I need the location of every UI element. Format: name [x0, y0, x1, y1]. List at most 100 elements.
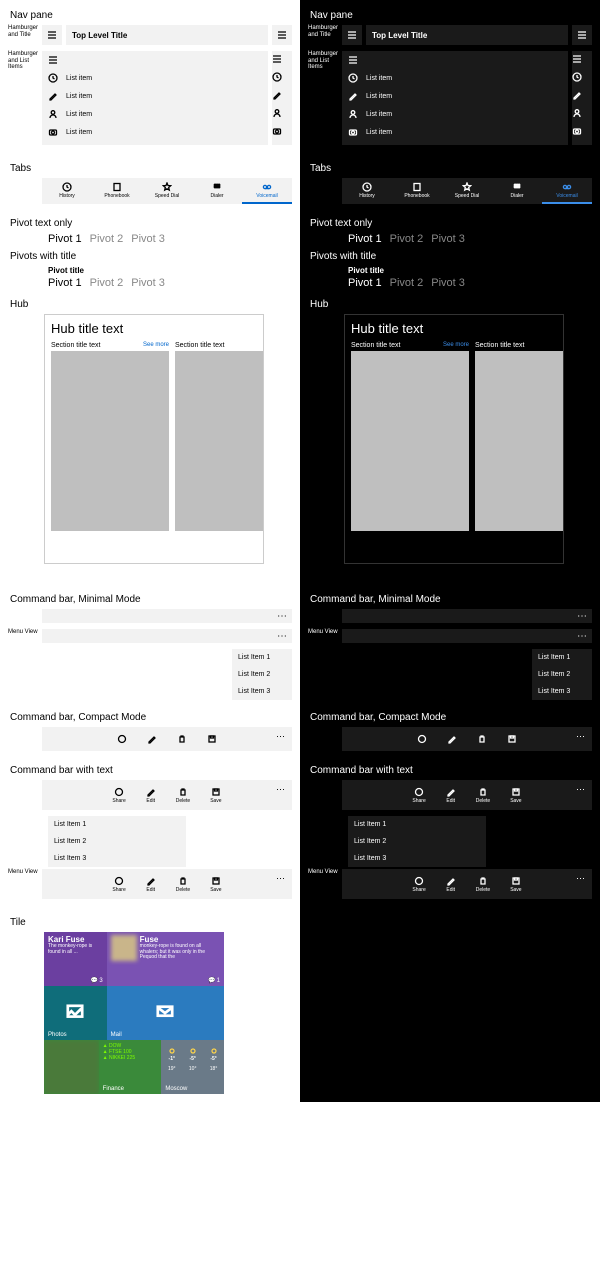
tab-history[interactable]: History [42, 178, 92, 204]
more-icon[interactable]: ⋯ [276, 873, 286, 884]
menu-item[interactable]: List Item 2 [232, 666, 292, 683]
cmd-share[interactable]: Share [112, 787, 125, 804]
pivot-item[interactable]: Pivot 2 [390, 277, 424, 289]
tile-xbox[interactable] [44, 1040, 99, 1094]
tile-people-wide[interactable]: Fuse monkey-rope is found on all whalers… [107, 932, 224, 986]
cmd-edit[interactable]: Edit [146, 876, 156, 893]
cmd-delete[interactable]: Delete [476, 876, 490, 893]
pivot-item[interactable]: Pivot 2 [90, 233, 124, 245]
command-bar-minimal[interactable]: ⋯ [42, 629, 292, 643]
pivot-item[interactable]: Pivot 3 [431, 277, 465, 289]
tab-voicemail[interactable]: Voicemail [542, 178, 592, 204]
cmd-edit[interactable]: Edit [446, 876, 456, 893]
see-more-link[interactable]: See more [443, 342, 469, 349]
more-icon[interactable]: ⋯ [576, 873, 586, 884]
more-icon[interactable]: ⋯ [576, 784, 586, 795]
nav-list-item[interactable] [272, 123, 292, 141]
more-icon[interactable]: ⋯ [276, 784, 286, 795]
trash-icon[interactable] [477, 734, 487, 744]
tab-voicemail[interactable]: Voicemail [242, 178, 292, 204]
pivot-item[interactable]: Pivot 1 [48, 233, 82, 245]
tab-speed-dial[interactable]: Speed Dial [442, 178, 492, 204]
tab-history[interactable]: History [342, 178, 392, 204]
tab-speed-dial[interactable]: Speed Dial [142, 178, 192, 204]
hamburger-button[interactable] [42, 25, 62, 45]
command-bar-minimal[interactable]: ⋯ [42, 609, 292, 623]
nav-list-item[interactable]: List item [42, 69, 268, 87]
nav-list-item[interactable] [572, 87, 592, 105]
tab-dialer[interactable]: Dialer [192, 178, 242, 204]
nav-list-item[interactable]: List item [42, 87, 268, 105]
save-icon[interactable] [207, 734, 217, 744]
nav-list-item[interactable] [272, 105, 292, 123]
cmd-share[interactable]: Share [412, 876, 425, 893]
pivot-item[interactable]: Pivot 2 [390, 233, 424, 245]
nav-list-item[interactable]: List item [342, 87, 568, 105]
list-item[interactable]: List Item 3 [48, 850, 186, 867]
command-bar-minimal[interactable]: ⋯ [342, 629, 592, 643]
list-item[interactable]: List Item 3 [348, 850, 486, 867]
more-icon[interactable]: ⋯ [277, 631, 288, 642]
nav-list-item[interactable]: List item [342, 105, 568, 123]
tab-phonebook[interactable]: Phonebook [92, 178, 142, 204]
hamburger-button[interactable] [272, 25, 292, 45]
more-icon[interactable]: ⋯ [276, 731, 286, 742]
save-icon[interactable] [507, 734, 517, 744]
list-item[interactable]: List Item 2 [48, 833, 186, 850]
nav-hamburger-row[interactable] [42, 51, 268, 69]
tile-photos[interactable]: Photos [44, 986, 107, 1040]
cmd-delete[interactable]: Delete [176, 876, 190, 893]
more-icon[interactable]: ⋯ [576, 731, 586, 742]
cmd-share[interactable]: Share [412, 787, 425, 804]
nav-hamburger-row[interactable] [572, 51, 592, 69]
pencil-icon[interactable] [447, 734, 457, 744]
pivot-item[interactable]: Pivot 1 [348, 277, 382, 289]
nav-list-item[interactable] [272, 69, 292, 87]
tile-weather[interactable]: -1° -5° -5° 19°10°18° Moscow [161, 1040, 224, 1094]
nav-list-item[interactable] [272, 87, 292, 105]
cmd-save[interactable]: Save [510, 876, 521, 893]
pivot-item[interactable]: Pivot 3 [431, 233, 465, 245]
cmd-edit[interactable]: Edit [146, 787, 156, 804]
pencil-icon[interactable] [147, 734, 157, 744]
list-item[interactable]: List Item 1 [48, 816, 186, 833]
cmd-delete[interactable]: Delete [476, 787, 490, 804]
list-item[interactable]: List Item 2 [348, 833, 486, 850]
more-icon[interactable]: ⋯ [277, 611, 288, 622]
cmd-edit[interactable]: Edit [446, 787, 456, 804]
share-icon[interactable] [117, 734, 127, 744]
menu-item[interactable]: List Item 3 [532, 683, 592, 700]
menu-item[interactable]: List Item 3 [232, 683, 292, 700]
tab-phonebook[interactable]: Phonebook [392, 178, 442, 204]
pivot-item[interactable]: Pivot 2 [90, 277, 124, 289]
list-item[interactable]: List Item 1 [348, 816, 486, 833]
nav-hamburger-row[interactable] [272, 51, 292, 69]
menu-item[interactable]: List Item 1 [532, 649, 592, 666]
cmd-save[interactable]: Save [510, 787, 521, 804]
menu-item[interactable]: List Item 2 [532, 666, 592, 683]
hamburger-button[interactable] [342, 25, 362, 45]
tab-dialer[interactable]: Dialer [492, 178, 542, 204]
nav-list-item[interactable] [572, 105, 592, 123]
pivot-item[interactable]: Pivot 3 [131, 233, 165, 245]
nav-list-item[interactable]: List item [342, 69, 568, 87]
nav-list-item[interactable] [572, 123, 592, 141]
cmd-share[interactable]: Share [112, 876, 125, 893]
menu-item[interactable]: List Item 1 [232, 649, 292, 666]
cmd-save[interactable]: Save [210, 876, 221, 893]
nav-list-item[interactable]: List item [42, 105, 268, 123]
hamburger-button[interactable] [572, 25, 592, 45]
tile-mail[interactable]: Mail [107, 986, 224, 1040]
more-icon[interactable]: ⋯ [577, 631, 588, 642]
nav-list-item[interactable]: List item [42, 123, 268, 141]
pivot-item[interactable]: Pivot 1 [48, 277, 82, 289]
nav-list-item[interactable] [572, 69, 592, 87]
cmd-delete[interactable]: Delete [176, 787, 190, 804]
command-bar-minimal[interactable]: ⋯ [342, 609, 592, 623]
pivot-item[interactable]: Pivot 1 [348, 233, 382, 245]
nav-hamburger-row[interactable] [342, 51, 568, 69]
share-icon[interactable] [417, 734, 427, 744]
nav-list-item[interactable]: List item [342, 123, 568, 141]
tile-people[interactable]: Kari Fuse The monkey-rope is found in al… [44, 932, 107, 986]
more-icon[interactable]: ⋯ [577, 611, 588, 622]
